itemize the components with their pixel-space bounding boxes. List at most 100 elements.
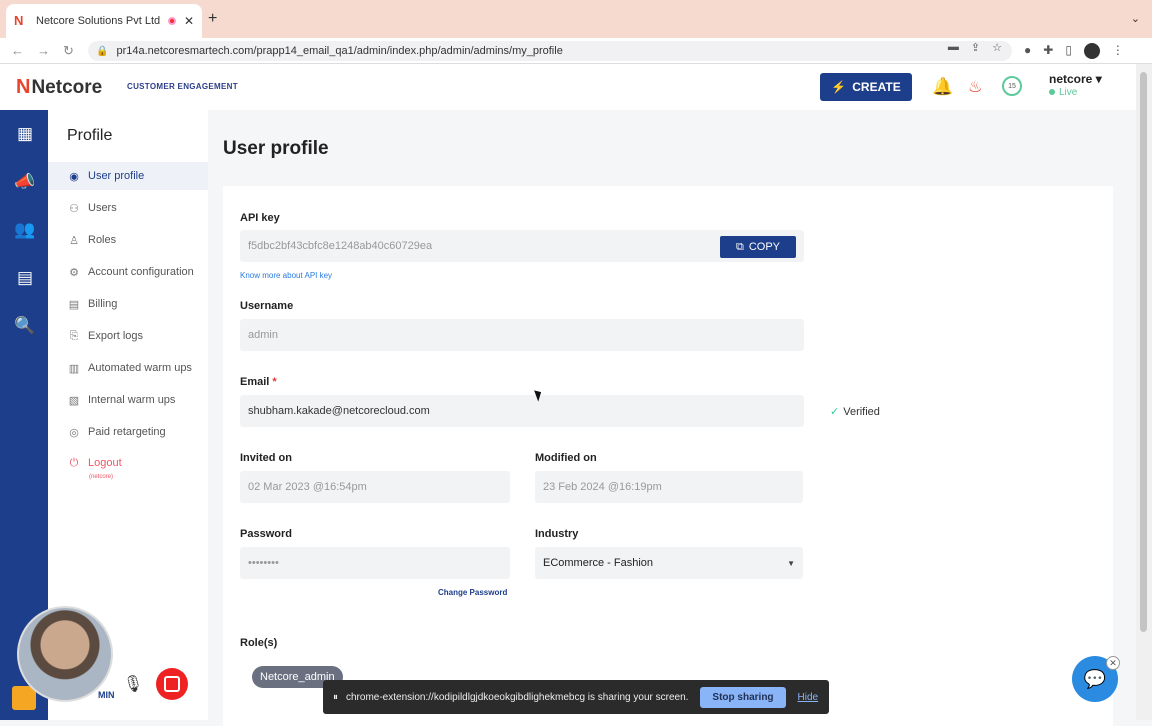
scrollbar-thumb[interactable]	[1140, 72, 1147, 632]
chat-bubble-icon: 💬	[1083, 668, 1107, 689]
sidebar-item-user-profile[interactable]: ◉ User profile	[48, 162, 208, 190]
email-label: Email *	[240, 376, 277, 388]
password-label: Password	[240, 528, 292, 540]
ring-count: 15	[1008, 82, 1016, 90]
progress-ring[interactable]: 15	[1002, 76, 1022, 96]
browser-tab[interactable]: N Netcore Solutions Pvt Ltd ✕	[6, 4, 202, 38]
email-label-text: Email	[240, 376, 270, 388]
account-name: netcore	[1049, 72, 1093, 86]
email-field[interactable]: shubham.kakade@netcorecloud.com	[240, 395, 804, 427]
sidebar-item-label: Account configuration	[88, 266, 194, 278]
sidebar-item-internal-warm-ups[interactable]: ▧ Internal warm ups	[48, 386, 208, 414]
reload-icon[interactable]: ↻	[63, 43, 74, 59]
sidebar-item-label: Export logs	[88, 330, 144, 342]
share-icon[interactable]: ⇪	[971, 41, 980, 54]
back-icon[interactable]: ←	[11, 43, 24, 58]
live-status: Live	[1049, 87, 1077, 98]
internal-icon: ▧	[68, 394, 80, 407]
roles-label: Role(s)	[240, 637, 278, 649]
gear-icon: ⚙	[69, 266, 79, 279]
chat-close-icon[interactable]: ✕	[1106, 656, 1120, 670]
api-key-value: f5dbc2bf43cbfc8e1248ab40c60729ea	[248, 240, 433, 252]
stop-sharing-button[interactable]: Stop sharing	[700, 686, 786, 708]
caret-down-icon: ▾	[1095, 72, 1102, 86]
industry-value: ECommerce - Fashion	[543, 557, 654, 569]
url-text: pr14a.netcoresmartech.com/prapp14_email_…	[116, 45, 563, 57]
dropdown-caret-icon: ▼	[787, 558, 795, 568]
netcore-logo[interactable]: N Netcore	[16, 76, 102, 99]
minimize-label[interactable]: MIN	[98, 690, 115, 700]
screen-share-bar: ⏸ chrome-extension://kodipildlgjdkoeokgi…	[323, 680, 829, 714]
tab-close-icon[interactable]: ✕	[184, 14, 194, 28]
sidepanel-icon[interactable]: ▯	[1065, 43, 1072, 59]
netcore-favicon-icon: N	[14, 13, 24, 28]
campaign-megaphone-icon[interactable]: 📣	[14, 172, 36, 194]
browser-menu-icon[interactable]: ⋮	[1112, 43, 1124, 59]
webcam-bubble[interactable]	[17, 606, 113, 702]
sidebar-item-account-configuration[interactable]: ⚙ Account configuration	[48, 258, 208, 286]
password-value: ••••••••	[248, 557, 279, 569]
logout-icon: ⏻	[69, 456, 79, 469]
billing-icon: ▤	[68, 298, 80, 311]
sidebar-item-users[interactable]: ⚇ Users	[48, 194, 208, 222]
profile-card	[223, 186, 1113, 726]
sidebar-item-label: Billing	[88, 298, 118, 310]
extensions-puzzle-icon[interactable]: ✚	[1043, 43, 1053, 59]
create-button[interactable]: ⚡ CREATE	[820, 73, 912, 101]
email-value: shubham.kakade@netcorecloud.com	[248, 405, 430, 417]
users-icon: ⚇	[69, 202, 79, 215]
sidebar-item-export-logs[interactable]: ⎘ Export logs	[48, 322, 208, 350]
page-title: User profile	[223, 138, 329, 159]
new-tab-button[interactable]: +	[208, 10, 217, 28]
account-switcher[interactable]: netcore ▾	[1049, 72, 1102, 86]
microphone-icon[interactable]: 🎙	[122, 674, 144, 696]
username-label: Username	[240, 300, 294, 312]
pause-icon[interactable]: ⏸	[333, 692, 338, 703]
copy-button[interactable]: ⧉ COPY	[720, 236, 796, 258]
page-scrollbar[interactable]	[1136, 64, 1152, 720]
live-label: Live	[1059, 87, 1078, 98]
email-verified-badge: ✓ Verified	[830, 405, 880, 418]
api-key-help-link[interactable]: Know more about API key	[240, 271, 332, 280]
stop-recording-button[interactable]	[156, 668, 188, 700]
cast-icon[interactable]: ▬	[948, 41, 959, 54]
username-field: admin	[240, 319, 804, 351]
check-icon: ✓	[830, 406, 840, 418]
sidebar-item-roles[interactable]: ♙ Roles	[48, 226, 208, 254]
sidebar-item-label: Users	[88, 202, 117, 214]
hide-share-bar-link[interactable]: Hide	[798, 692, 819, 703]
address-bar[interactable]: 🔒 pr14a.netcoresmartech.com/prapp14_emai…	[88, 41, 1012, 61]
logout-account-label: (netcore)	[89, 474, 114, 480]
verified-label: Verified	[843, 406, 880, 418]
required-marker: *	[272, 376, 277, 388]
sidebar-item-label: Roles	[88, 234, 117, 246]
share-message: chrome-extension://kodipildlgjdkoeokgibd…	[346, 691, 689, 703]
content-layout-icon[interactable]: ▤	[14, 268, 36, 290]
forward-icon[interactable]: →	[37, 43, 50, 58]
browser-tabbar: N Netcore Solutions Pvt Ltd ✕ + ⌄	[0, 0, 1152, 38]
browser-toolbar: ← → ↻ 🔒 pr14a.netcoresmartech.com/prapp1…	[0, 38, 1152, 64]
sidebar-item-logout[interactable]: ⏻ Logout	[48, 449, 208, 477]
api-key-label: API key	[240, 212, 280, 224]
industry-label: Industry	[535, 528, 579, 540]
live-dot-icon	[1049, 89, 1055, 95]
extension-eye-icon[interactable]: ●	[1024, 43, 1031, 59]
lock-icon: 🔒	[96, 45, 109, 57]
dashboard-grid-icon[interactable]: ▦	[14, 124, 36, 146]
user-circle-icon: ◉	[69, 170, 79, 183]
notification-bell-icon[interactable]: 🔔	[932, 77, 953, 97]
roles-icon: ♙	[69, 234, 79, 247]
profile-avatar-icon[interactable]	[1083, 43, 1100, 59]
warmup-icon: ▥	[68, 362, 80, 375]
change-password-link[interactable]: Change Password	[438, 588, 507, 597]
flame-icon[interactable]: ♨	[968, 77, 982, 97]
sidebar-item-automated-warm-ups[interactable]: ▥ Automated warm ups	[48, 354, 208, 382]
industry-select[interactable]: ECommerce - Fashion ▼	[535, 547, 803, 579]
sidebar-item-billing[interactable]: ▤ Billing	[48, 290, 208, 318]
analytics-search-icon[interactable]: 🔍	[14, 316, 36, 338]
bookmark-star-icon[interactable]: ☆	[992, 41, 1002, 54]
invited-label: Invited on	[240, 452, 292, 464]
sidebar-item-paid-retargeting[interactable]: ◎ Paid retargeting	[48, 418, 208, 446]
audience-users-icon[interactable]: 👥	[14, 220, 36, 242]
tab-search-chevron-icon[interactable]: ⌄	[1131, 12, 1140, 25]
